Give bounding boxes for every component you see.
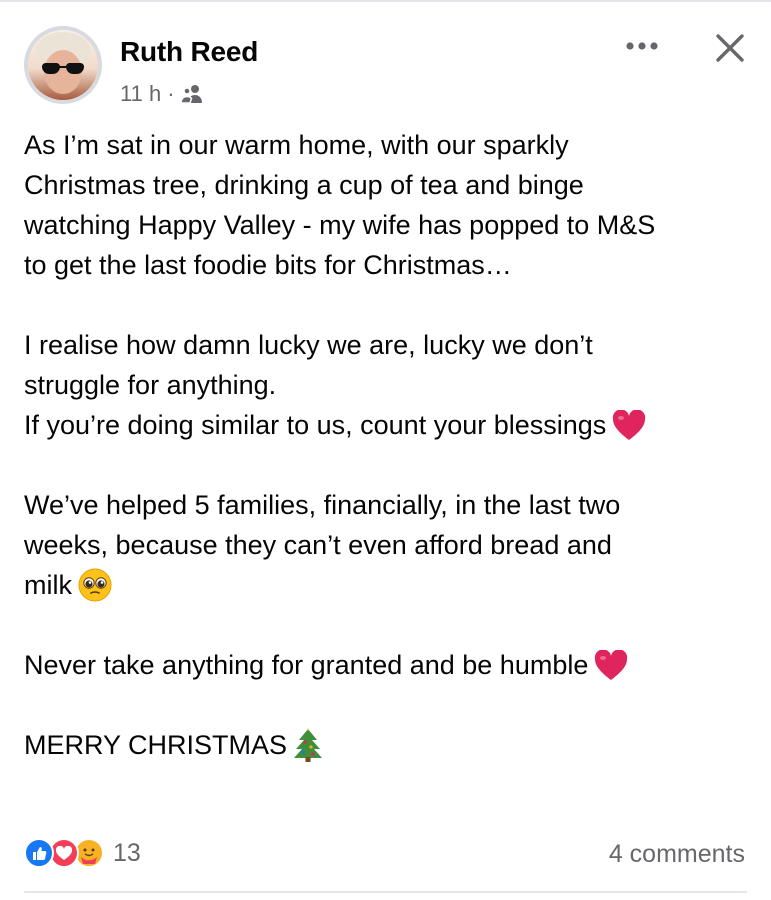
post-text: As I’m sat in our warm home, with our sp…	[24, 125, 754, 765]
comments-link[interactable]: 4 comments	[609, 840, 745, 869]
like-icon	[24, 838, 54, 868]
friends-icon	[180, 85, 202, 104]
post-paragraph-1: As I’m sat in our warm home, with our sp…	[24, 125, 754, 285]
text-line: We’ve helped 5 families, financially, in…	[24, 490, 621, 520]
text-line: to get the last foodie bits for Christma…	[24, 250, 512, 280]
red-heart-emoji	[595, 650, 628, 680]
post-time[interactable]: 11 h	[120, 81, 161, 107]
profile-photo	[28, 30, 98, 100]
post-paragraph-3: We’ve helped 5 families, financially, in…	[24, 485, 754, 605]
text-line: milk	[24, 570, 72, 600]
text-line: Christmas tree, drinking a cup of tea an…	[24, 170, 584, 200]
post-meta: 11 h ·	[120, 81, 203, 107]
more-options-icon[interactable]	[622, 36, 662, 56]
christmas-tree-emoji	[294, 728, 323, 762]
reaction-summary[interactable]: 13	[24, 838, 141, 868]
close-icon[interactable]	[712, 30, 748, 66]
text-line: struggle for anything.	[24, 370, 277, 400]
text-line: As I’m sat in our warm home, with our sp…	[24, 130, 569, 160]
text-line: If you’re doing similar to us, count you…	[24, 410, 607, 440]
pleading-face-emoji	[78, 568, 112, 602]
post-paragraph-5: MERRY CHRISTMAS	[24, 725, 754, 765]
post-paragraph-4: Never take anything for granted and be h…	[24, 645, 754, 685]
text-line: I realise how damn lucky we are, lucky w…	[24, 330, 593, 360]
top-divider	[0, 0, 771, 2]
text-line: Never take anything for granted and be h…	[24, 650, 589, 680]
text-line: watching Happy Valley - my wife has popp…	[24, 210, 656, 240]
text-line: weeks, because they can’t even afford br…	[24, 530, 612, 560]
reaction-count: 13	[113, 838, 141, 867]
avatar[interactable]	[24, 26, 102, 104]
footer-divider	[24, 891, 747, 893]
text-line: MERRY CHRISTMAS	[24, 730, 288, 760]
red-heart-emoji	[613, 410, 646, 440]
post-paragraph-2: I realise how damn lucky we are, lucky w…	[24, 325, 754, 445]
author-name[interactable]: Ruth Reed	[120, 36, 258, 68]
meta-separator: ·	[167, 81, 175, 106]
